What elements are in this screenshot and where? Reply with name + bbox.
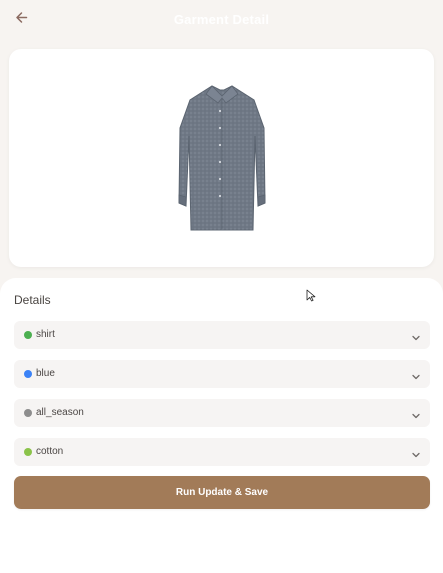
chevron-down-icon [411, 369, 421, 380]
top-bar: Garment Detail [0, 0, 443, 40]
material-select[interactable]: cotton [14, 438, 430, 466]
details-panel: Details shirt blue all_season cotton Run… [0, 278, 443, 573]
chevron-down-icon [411, 447, 421, 458]
details-title: Details [14, 293, 51, 307]
garment-detail-screen: Garment Detail Details shirt blue all_se… [0, 0, 443, 573]
mouse-pointer-icon [306, 289, 316, 302]
season-value: all_season [36, 407, 84, 418]
material-value: cotton [36, 446, 64, 457]
garment-image-card [9, 49, 434, 267]
run-update-save-button[interactable]: Run Update & Save [14, 476, 430, 509]
category-status-dot [24, 331, 32, 339]
shirt-product-image [162, 76, 282, 241]
season-select[interactable]: all_season [14, 399, 430, 427]
chevron-down-icon [411, 408, 421, 419]
season-status-dot [24, 409, 32, 417]
color-status-dot [24, 370, 32, 378]
page-title: Garment Detail [173, 12, 270, 27]
color-value: blue [36, 368, 55, 379]
color-select[interactable]: blue [14, 360, 430, 388]
category-select[interactable]: shirt [14, 321, 430, 349]
category-value: shirt [36, 329, 55, 340]
material-status-dot [24, 448, 32, 456]
chevron-down-icon [411, 330, 421, 341]
